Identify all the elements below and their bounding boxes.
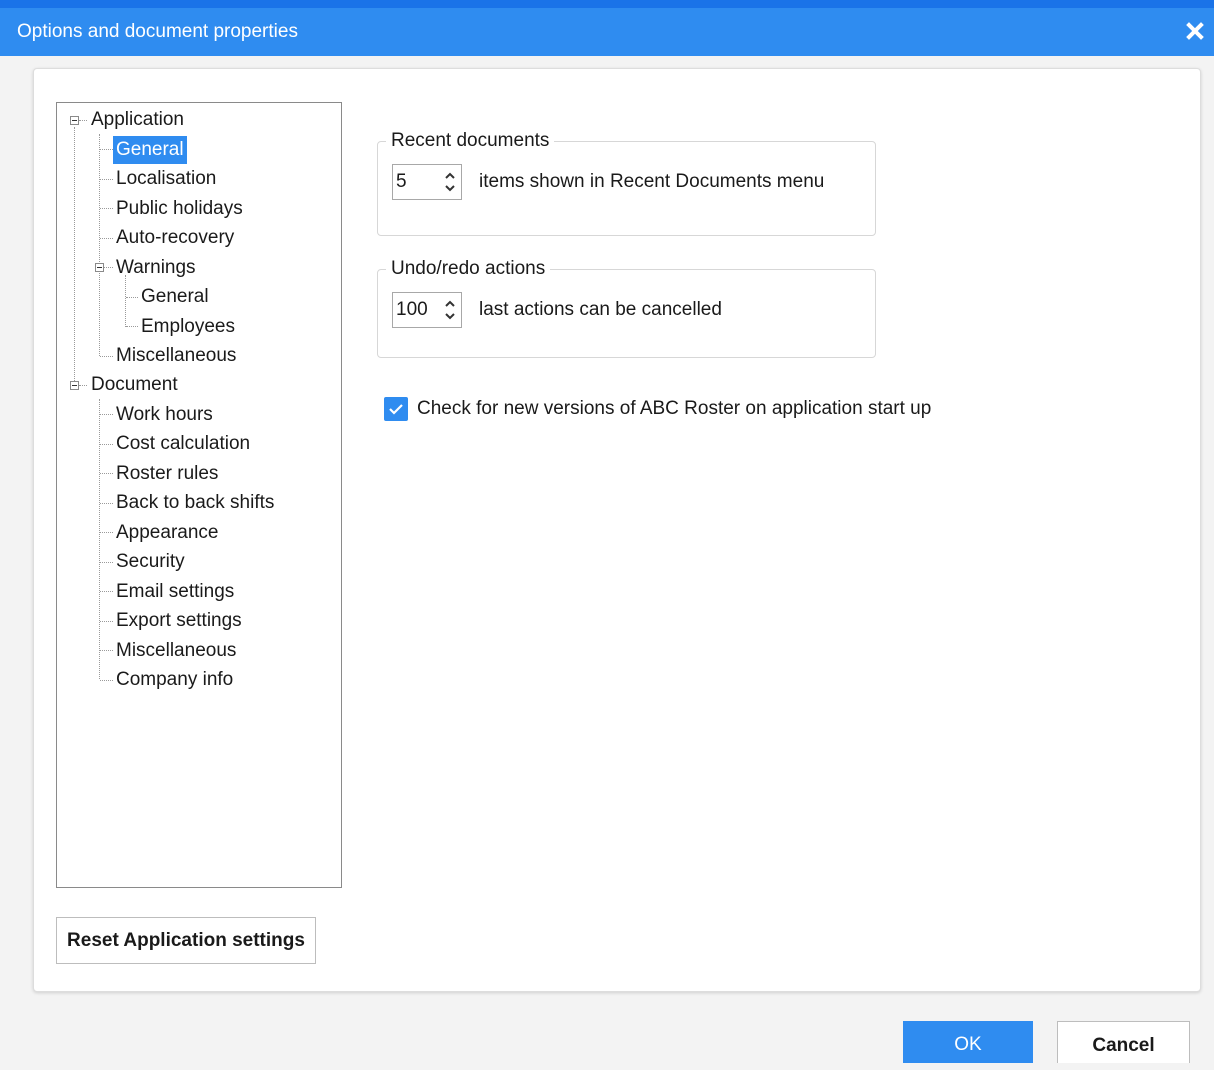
tree-connector bbox=[100, 149, 113, 150]
tree-item-application[interactable]: Application bbox=[88, 106, 187, 134]
tree-item-company-info[interactable]: Company info bbox=[113, 666, 236, 694]
tree-item-public-holidays[interactable]: Public holidays bbox=[113, 195, 246, 223]
cancel-button[interactable]: Cancel bbox=[1057, 1021, 1190, 1063]
collapse-application-icon[interactable] bbox=[70, 116, 79, 125]
reset-application-settings-button[interactable]: Reset Application settings bbox=[56, 917, 316, 964]
recent-documents-count-value: 5 bbox=[396, 171, 407, 192]
tree-item-warnings[interactable]: Warnings bbox=[113, 254, 199, 282]
tree-item-security[interactable]: Security bbox=[113, 548, 188, 576]
tree-item-cost-calculation[interactable]: Cost calculation bbox=[113, 430, 253, 458]
undo-redo-label: Undo/redo actions bbox=[386, 256, 551, 282]
collapse-warnings-icon[interactable] bbox=[95, 263, 104, 272]
tree-item-localisation[interactable]: Localisation bbox=[113, 165, 219, 193]
close-icon[interactable] bbox=[1182, 18, 1208, 44]
tree-connector bbox=[100, 179, 113, 180]
tree-connector bbox=[100, 444, 113, 445]
tree-item-app-miscellaneous[interactable]: Miscellaneous bbox=[113, 342, 239, 370]
tree-item-document[interactable]: Document bbox=[88, 371, 181, 399]
check-for-updates-label[interactable]: Check for new versions of ABC Roster on … bbox=[417, 396, 931, 422]
tree-connector bbox=[100, 621, 113, 622]
spinner-arrows-icon[interactable] bbox=[443, 297, 457, 323]
tree-connector bbox=[100, 562, 113, 563]
tree-connector bbox=[100, 356, 113, 357]
collapse-document-icon[interactable] bbox=[70, 381, 79, 390]
tree-item-back-to-back-shifts[interactable]: Back to back shifts bbox=[113, 489, 277, 517]
tree-item-email-settings[interactable]: Email settings bbox=[113, 578, 237, 606]
tree-connector bbox=[99, 399, 100, 679]
tree-connector bbox=[99, 134, 100, 356]
tree-connector bbox=[100, 238, 113, 239]
ok-button[interactable]: OK bbox=[903, 1021, 1033, 1063]
tree-connector bbox=[125, 275, 126, 327]
tree-connector bbox=[74, 127, 75, 389]
checkmark-icon bbox=[389, 404, 403, 415]
tree-connector bbox=[100, 208, 113, 209]
tree-connector bbox=[100, 650, 113, 651]
tree-item-appearance[interactable]: Appearance bbox=[113, 519, 221, 547]
tree-connector bbox=[100, 591, 113, 592]
tree-connector bbox=[100, 414, 113, 415]
undo-actions-description: last actions can be cancelled bbox=[479, 299, 722, 320]
settings-tree[interactable]: Application General Localisation Public … bbox=[56, 102, 342, 888]
tree-connector bbox=[79, 385, 87, 386]
tree-connector bbox=[79, 120, 87, 121]
undo-actions-count-input[interactable]: 100 bbox=[392, 292, 462, 328]
tree-connector bbox=[126, 297, 138, 298]
recent-documents-label: Recent documents bbox=[386, 128, 555, 154]
tree-connector bbox=[100, 503, 113, 504]
tree-item-doc-miscellaneous[interactable]: Miscellaneous bbox=[113, 637, 239, 665]
tree-item-warnings-employees[interactable]: Employees bbox=[138, 313, 238, 341]
tree-item-app-general[interactable]: General bbox=[113, 136, 187, 164]
recent-documents-count-input[interactable]: 5 bbox=[392, 164, 462, 200]
check-for-updates-checkbox[interactable] bbox=[384, 397, 408, 421]
tree-item-export-settings[interactable]: Export settings bbox=[113, 607, 245, 635]
undo-actions-count-value: 100 bbox=[396, 299, 428, 320]
window-top-strip bbox=[0, 0, 1214, 8]
dialog-title: Options and document properties bbox=[17, 21, 298, 42]
dialog-title-bar: Options and document properties bbox=[0, 8, 1214, 56]
tree-connector bbox=[126, 326, 138, 327]
tree-connector bbox=[100, 680, 113, 681]
tree-connector bbox=[100, 532, 113, 533]
tree-item-roster-rules[interactable]: Roster rules bbox=[113, 460, 221, 488]
tree-connector bbox=[104, 267, 113, 268]
tree-item-auto-recovery[interactable]: Auto-recovery bbox=[113, 224, 237, 252]
tree-item-warnings-general[interactable]: General bbox=[138, 283, 212, 311]
spinner-arrows-icon[interactable] bbox=[443, 169, 457, 195]
tree-connector bbox=[100, 473, 113, 474]
tree-item-work-hours[interactable]: Work hours bbox=[113, 401, 216, 429]
recent-documents-description: items shown in Recent Documents menu bbox=[479, 171, 825, 192]
